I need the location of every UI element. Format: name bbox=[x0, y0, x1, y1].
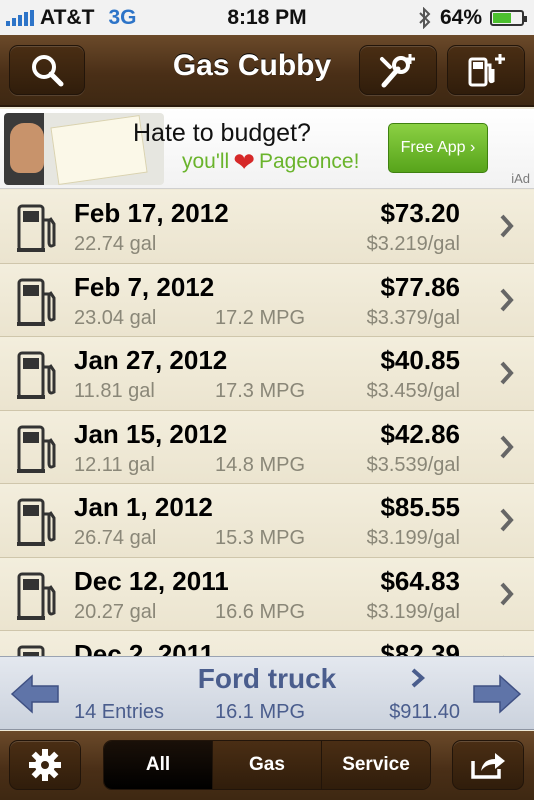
average-mpg: 16.1 MPG bbox=[215, 701, 306, 723]
entry-price: $77.86 bbox=[380, 271, 460, 302]
ad-cta-button[interactable]: Free App › bbox=[388, 123, 488, 173]
entry-gallons: 22.74 gal bbox=[74, 233, 157, 255]
gas-pump-icon bbox=[17, 425, 56, 473]
ad-sub-prefix: you'll bbox=[182, 150, 230, 173]
entry-price-per-gallon: $3.539/gal bbox=[366, 453, 460, 476]
gas-pump-icon bbox=[17, 278, 56, 326]
entry-row[interactable]: Dec 12, 2011 $64.83 20.27 gal 16.6 MPG $3.19… bbox=[0, 557, 534, 631]
entry-price: $42.86 bbox=[380, 418, 460, 449]
entry-price-per-gallon: $3.459/gal bbox=[366, 380, 460, 402]
heart-icon: ❤ bbox=[233, 147, 255, 177]
page-title: Gas Cubby bbox=[172, 49, 332, 82]
vehicle-chevron-icon[interactable] bbox=[410, 667, 426, 689]
filter-segmented-control: All Gas Service bbox=[103, 740, 431, 790]
ad-subline: you'll ❤ Pageonce! bbox=[182, 149, 359, 175]
gas-pump-icon bbox=[17, 645, 45, 656]
share-button[interactable] bbox=[452, 740, 524, 790]
entry-price-per-gallon: $3.199/gal bbox=[366, 527, 460, 549]
entry-mpg: 17.3 MPG bbox=[215, 380, 306, 402]
total-cost: $911.40 bbox=[389, 701, 460, 723]
nav-bar: Gas Cubby bbox=[0, 35, 534, 107]
entry-date: Jan 1, 2012 bbox=[74, 492, 213, 522]
entry-price: $82.39 bbox=[380, 639, 460, 656]
chevron-right-icon bbox=[500, 435, 514, 458]
ad-person bbox=[10, 123, 44, 173]
entry-gallons: 12.11 gal bbox=[74, 453, 155, 476]
status-bar: AT&T 3G 8:18 PM 64% bbox=[0, 0, 534, 35]
entry-price-per-gallon: $3.199/gal bbox=[366, 600, 460, 623]
battery-fill bbox=[493, 13, 511, 23]
entry-row[interactable]: Feb 7, 2012 $77.86 23.04 gal 17.2 MPG $3.379… bbox=[0, 263, 534, 337]
chevron-right-icon bbox=[500, 214, 514, 238]
battery-percent: 64% bbox=[439, 6, 482, 29]
entry-date: Feb 17, 2012 bbox=[74, 198, 229, 228]
entry-row[interactable]: Feb 17, 2012 $73.20 22.74 gal $3.219/gal bbox=[0, 190, 534, 264]
entry-date: Feb 7, 2012 bbox=[74, 271, 215, 302]
entry-date: Jan 15, 2012 bbox=[74, 418, 228, 449]
entry-count: 14 Entries bbox=[74, 701, 165, 723]
add-fillup-button[interactable] bbox=[447, 45, 525, 95]
ad-headline: Hate to budget? bbox=[133, 119, 311, 147]
entry-mpg: 15.3 MPG bbox=[215, 527, 306, 549]
entry-mpg: 16.6 MPG bbox=[215, 600, 306, 623]
chevron-right-icon bbox=[500, 288, 514, 311]
search-icon bbox=[32, 55, 64, 87]
entry-row[interactable]: Jan 15, 2012 $42.86 12.11 gal 14.8 MPG $3.53… bbox=[0, 410, 534, 484]
entry-price: $40.85 bbox=[380, 345, 460, 375]
entry-mpg: 14.8 MPG bbox=[215, 453, 306, 476]
vehicle-summary-bar: Ford truck 14 Entries 16.1 MPG $911.40 bbox=[0, 656, 534, 730]
chevron-right-icon bbox=[500, 508, 514, 532]
ad-brand: Pageonce! bbox=[259, 150, 360, 173]
entry-price: $64.83 bbox=[380, 565, 460, 596]
chevron-right-icon bbox=[500, 582, 514, 605]
add-service-button[interactable] bbox=[359, 45, 437, 95]
share-icon bbox=[471, 753, 505, 779]
entry-gallons: 11.81 gal bbox=[74, 380, 155, 402]
entry-gallons: 20.27 gal bbox=[74, 600, 157, 623]
entry-row[interactable]: Jan 27, 2012 $40.85 11.81 gal 17.3 MPG $3.45… bbox=[0, 337, 534, 411]
status-right: 64% bbox=[418, 6, 527, 30]
gear-icon bbox=[29, 749, 61, 781]
search-button[interactable] bbox=[9, 45, 85, 95]
entry-row[interactable]: Dec 2, 2011 $82.39 bbox=[0, 631, 534, 656]
segment-service[interactable]: Service bbox=[322, 741, 430, 789]
wrench-plus-icon bbox=[380, 54, 415, 88]
gas-pump-icon bbox=[17, 498, 56, 546]
bluetooth-icon bbox=[419, 7, 431, 29]
entry-price: $85.55 bbox=[380, 492, 460, 522]
iad-badge: iAd bbox=[511, 171, 530, 186]
entry-mpg: 17.2 MPG bbox=[215, 306, 306, 329]
entry-price-per-gallon: $3.219/gal bbox=[366, 233, 460, 255]
gas-pump-icon bbox=[17, 351, 56, 399]
entry-date: Dec 12, 2011 bbox=[74, 565, 229, 596]
vehicle-name[interactable]: Ford truck bbox=[0, 663, 534, 695]
next-vehicle-arrow-icon[interactable] bbox=[472, 673, 522, 715]
entry-date: Jan 27, 2012 bbox=[74, 345, 228, 375]
entry-price-per-gallon: $3.379/gal bbox=[366, 306, 460, 329]
gas-pump-icon bbox=[17, 204, 56, 252]
entry-gallons: 23.04 gal bbox=[74, 306, 157, 329]
bottom-toolbar: All Gas Service bbox=[0, 731, 534, 800]
entry-gallons: 26.74 gal bbox=[74, 527, 157, 549]
entry-price: $73.20 bbox=[380, 198, 460, 228]
entry-list: Feb 17, 2012 $73.20 22.74 gal $3.219/gal Feb… bbox=[0, 190, 534, 656]
ad-banner[interactable]: Hate to budget? you'll ❤ Pageonce! Free … bbox=[0, 109, 534, 189]
gas-pump-plus-icon bbox=[468, 54, 505, 87]
entry-row[interactable]: Jan 1, 2012 $85.55 26.74 gal 15.3 MPG $3.199… bbox=[0, 484, 534, 558]
battery-icon bbox=[490, 10, 527, 26]
segment-all[interactable]: All bbox=[104, 741, 213, 789]
settings-button[interactable] bbox=[9, 740, 81, 790]
gas-pump-icon bbox=[17, 572, 56, 620]
segment-gas[interactable]: Gas bbox=[213, 741, 322, 789]
chevron-right-icon bbox=[500, 361, 514, 385]
entry-date: Dec 2, 2011 bbox=[74, 639, 215, 656]
